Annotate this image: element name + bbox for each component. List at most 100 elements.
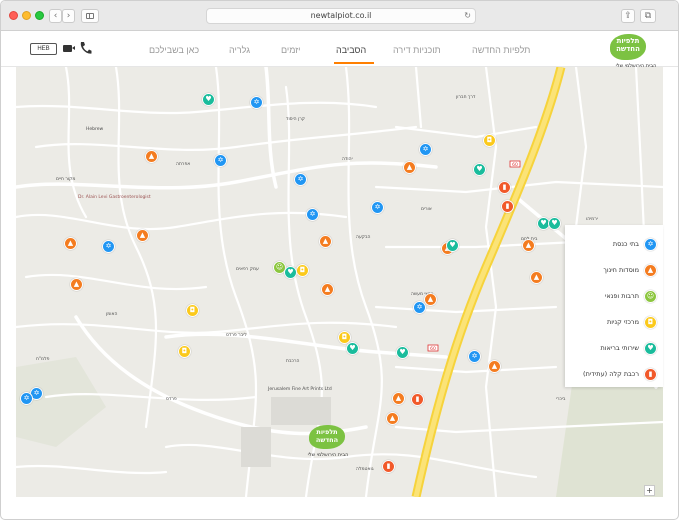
light-rail-pin[interactable]: ▮ [411,393,424,406]
poi-label-art-prints[interactable]: Jerusalem Fine Art Prints Ltd [268,387,332,392]
education-pin[interactable]: ▲ [530,271,543,284]
map-legend: בתי כנסת ✡ מוסדות חינוך ▲ תרבות ופנאי ☺ … [565,225,663,387]
synagogue-pin[interactable]: ✡ [102,240,115,253]
video-icon[interactable] [63,45,75,52]
synagogue-pin[interactable]: ✡ [250,96,263,109]
nav-item-gallery[interactable]: גלריה [229,45,250,55]
light-rail-pin[interactable]: ▮ [501,200,514,213]
health-pin[interactable]: ♥ [396,346,409,359]
education-pin[interactable]: ▲ [522,239,535,252]
graduation-cap-icon: ▲ [644,264,657,277]
phone-icon[interactable] [78,40,92,56]
tabs-button[interactable]: ⧉ [640,9,656,23]
health-pin[interactable]: ♥ [473,163,486,176]
site-header: HEB כאן בשבילכם גלריה יזמים הסביבה תוכני… [1,31,678,69]
legend-label: תרבות ופנאי [604,292,639,300]
synagogue-pin[interactable]: ✡ [294,173,307,186]
education-pin[interactable]: ▲ [424,293,437,306]
street-label: האומן [106,312,118,317]
route-badge: 60 [512,162,518,168]
education-pin[interactable]: ▲ [488,360,501,373]
health-pin[interactable]: ♥ [284,266,297,279]
language-button[interactable]: HEB [30,43,57,55]
street-label: יהודה [342,157,353,162]
synagogue-pin[interactable]: ✡ [371,201,384,214]
legend-item-synagogues[interactable]: בתי כנסת ✡ [565,235,663,255]
logo-title: תלפיות החדשה [616,37,640,53]
education-pin[interactable]: ▲ [392,392,405,405]
street-label: ליבר פרדס [226,333,247,338]
synagogue-pin[interactable]: ✡ [306,208,319,221]
synagogue-pin[interactable]: ✡ [419,143,432,156]
nav-item-neighborhood[interactable]: הסביבה [336,45,366,55]
nav-item-new-talpiot[interactable]: תלפיות החדשה [472,45,530,55]
synagogue-pin[interactable]: ✡ [468,350,481,363]
browser-toolbar: ‹ › newtalpiot.co.il ↻ ⇪ ⧉ [1,1,678,31]
street-label: פלמ"ח [36,357,50,362]
legend-item-light-rail[interactable]: רכבת קלה (עתידית) ▮ [565,365,663,385]
street-label: מקור חיים [56,177,76,182]
education-pin[interactable]: ▲ [319,235,332,248]
nav-item-developers[interactable]: יזמים [281,45,301,55]
mask-icon: ☺ [644,290,657,303]
street-label: פרדס [166,397,177,402]
project-location-marker[interactable]: תלפיות החדשה הבית הירושלמי שלי [303,425,353,467]
legend-item-health[interactable]: שירותי בריאות ♥ [565,339,663,359]
legend-label: בתי כנסת [612,240,639,248]
health-pin[interactable]: ♥ [548,217,561,230]
street-label: קרן היסוד [286,117,305,122]
health-pin[interactable]: ♥ [346,342,359,355]
map-logo-subtitle: הבית הירושלמי שלי [307,452,349,458]
legend-label: רכבת קלה (עתידית) [583,370,639,378]
health-pin[interactable]: ♥ [202,93,215,106]
back-button[interactable]: ‹ [49,9,62,23]
street-label: הבקעה [356,235,371,240]
share-button[interactable]: ⇪ [621,9,635,23]
shopping-pin[interactable]: ◘ [186,304,199,317]
poi-label-gastroenterologist[interactable]: Dr. Alain Levi Gastroenterologist [78,195,151,200]
minimize-window-button[interactable] [22,11,31,20]
street-label: ירמיהו [586,217,598,222]
shopping-pin[interactable]: ◘ [483,134,496,147]
synagogue-pin[interactable]: ✡ [214,154,227,167]
education-pin[interactable]: ▲ [386,412,399,425]
street-label: הרכבת [286,359,300,364]
reload-icon[interactable]: ↻ [464,9,471,23]
address-bar[interactable]: newtalpiot.co.il ↻ [206,8,476,24]
nav-item-floor-plans[interactable]: תוכניות דירה [393,45,441,55]
shopping-pin[interactable]: ◘ [296,264,309,277]
street-label: אורים [421,207,432,212]
health-pin[interactable]: ♥ [446,239,459,252]
light-rail-pin[interactable]: ▮ [382,460,395,473]
street-label: גואטמלה [356,467,374,472]
education-pin[interactable]: ▲ [70,278,83,291]
legend-label: שירותי בריאות [600,344,639,352]
synagogue-pin[interactable]: ✡ [20,392,33,405]
forward-button[interactable]: › [62,9,75,23]
street-label: דרך חברון [456,95,476,100]
light-rail-pin[interactable]: ▮ [498,181,511,194]
route-badge: 60 [430,346,436,352]
map-zoom-button[interactable]: + [644,485,655,496]
nav-item-here-for-you[interactable]: כאן בשבילכם [149,45,199,55]
legend-item-culture[interactable]: תרבות ופנאי ☺ [565,287,663,307]
shopping-pin[interactable]: ◘ [178,345,191,358]
shopping-bag-icon: ◘ [644,316,657,329]
close-window-button[interactable] [9,11,18,20]
street-label: אפרתה [176,162,191,167]
zoom-window-button[interactable] [35,11,44,20]
sidebar-toggle-button[interactable] [81,9,99,23]
education-pin[interactable]: ▲ [136,229,149,242]
legend-label: מרכזי קניות [606,318,639,326]
map-logo-title: תלפיות החדשה [315,428,339,444]
education-pin[interactable]: ▲ [321,283,334,296]
sidebar-icon [86,13,94,19]
education-pin[interactable]: ▲ [145,150,158,163]
legend-item-shopping[interactable]: מרכזי קניות ◘ [565,313,663,333]
street-label: Hebrew [86,127,104,132]
street-label: עמק רפאים [236,267,259,272]
legend-item-education[interactable]: מוסדות חינוך ▲ [565,261,663,281]
street-label: ביכרי [556,397,566,402]
education-pin[interactable]: ▲ [64,237,77,250]
education-pin[interactable]: ▲ [403,161,416,174]
